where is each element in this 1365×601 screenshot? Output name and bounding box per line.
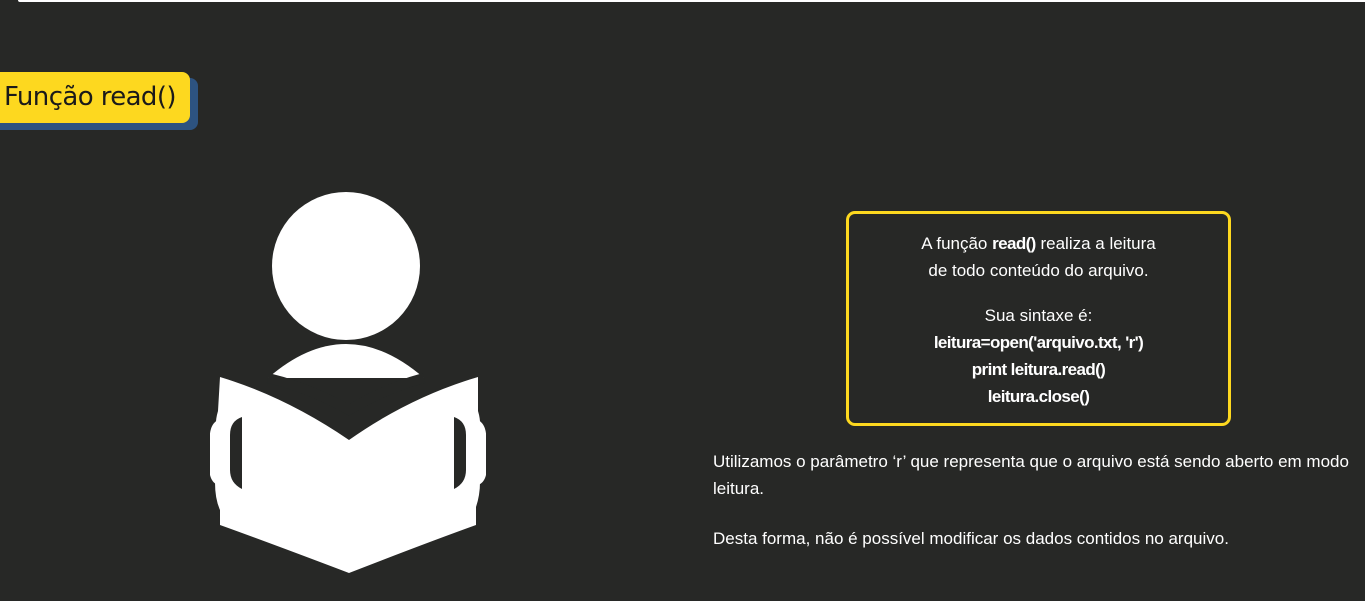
description-parameter: Utilizamos o parâmetro ‘r’ que represent…: [713, 452, 1349, 498]
top-divider: [18, 0, 1365, 2]
description-readonly: Desta forma, não é possível modificar os…: [713, 529, 1229, 548]
code-line-close: leitura.close(): [987, 387, 1090, 406]
slide-title: Função read(): [0, 72, 190, 123]
syntax-label: Sua sintaxe é:: [984, 306, 1093, 325]
syntax-box: A função read() realiza a leitura de tod…: [846, 211, 1231, 426]
code-line-open: leitura=open('arquivo.txt, 'r'): [933, 333, 1144, 352]
person-reading-book-icon: [210, 192, 486, 573]
code-line-print: print leitura.read(): [971, 360, 1106, 379]
intro-line-2: de todo conteúdo do arquivo.: [928, 261, 1149, 280]
intro-line-1: A função read() realiza a leitura: [921, 234, 1156, 253]
slide: Função read() A função read() realiza a …: [0, 0, 1365, 601]
